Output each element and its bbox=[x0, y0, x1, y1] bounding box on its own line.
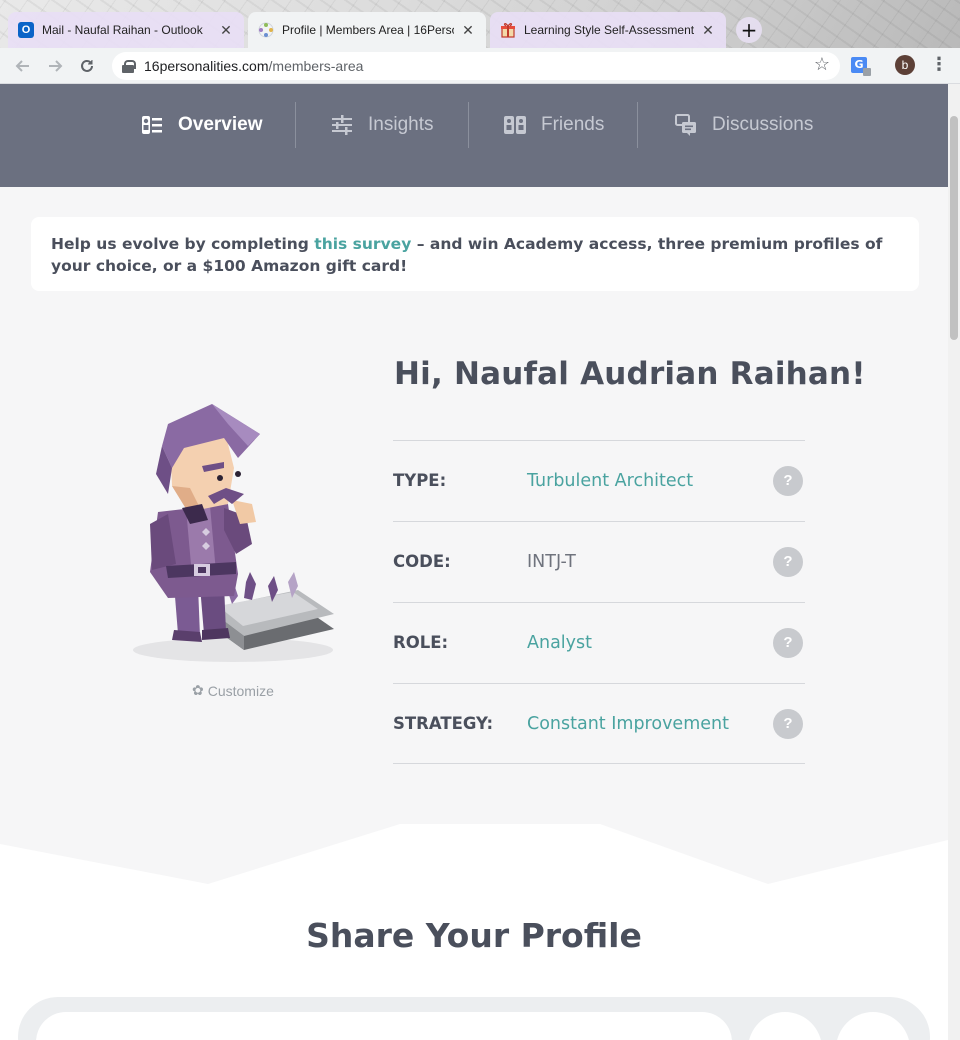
translate-extension-icon[interactable]: G bbox=[851, 57, 871, 76]
help-icon[interactable]: ? bbox=[773, 547, 803, 577]
tab-discussions[interactable]: Discussions bbox=[674, 104, 813, 146]
browser-tab-outlook[interactable]: O Mail - Naufal Raihan - Outlook ✕ bbox=[8, 12, 244, 48]
tab-overview-label: Overview bbox=[178, 114, 263, 135]
close-icon[interactable]: ✕ bbox=[700, 22, 716, 39]
lock-icon bbox=[122, 60, 136, 73]
gear-icon: ✿ bbox=[192, 682, 204, 698]
help-icon[interactable]: ? bbox=[773, 709, 803, 739]
tab-insights[interactable]: Insights bbox=[330, 104, 433, 146]
bookmark-star-icon[interactable]: ☆ bbox=[814, 54, 830, 75]
members-subnav: Overview Insights Friends Discussions bbox=[0, 84, 948, 187]
overview-icon bbox=[142, 116, 162, 134]
help-icon[interactable]: ? bbox=[773, 466, 803, 496]
back-arrow-icon[interactable] bbox=[12, 55, 34, 77]
customize-link[interactable]: ✿ Customize bbox=[192, 682, 274, 699]
tab-friends-label: Friends bbox=[541, 114, 605, 135]
forward-arrow-icon[interactable] bbox=[44, 55, 66, 77]
close-icon[interactable]: ✕ bbox=[218, 22, 234, 39]
trait-value: INTJ-T bbox=[527, 552, 576, 572]
survey-text-prefix: Help us evolve by completing bbox=[51, 235, 315, 253]
tab-overview[interactable]: Overview bbox=[140, 104, 263, 146]
url-path: /members-area bbox=[268, 58, 364, 74]
profile-avatar[interactable]: b bbox=[895, 55, 915, 75]
url-host: 16personalities.com bbox=[144, 58, 269, 74]
tab-label: Learning Style Self-Assessment bbox=[524, 23, 694, 37]
profile-traits-list: TYPE: Turbulent Architect ? CODE: INTJ-T… bbox=[393, 440, 805, 764]
trait-key: ROLE: bbox=[393, 633, 449, 652]
browser-menu-icon[interactable]: ⋮ bbox=[930, 54, 948, 76]
character-avatar-illustration bbox=[128, 404, 352, 666]
tab-discussions-label: Discussions bbox=[712, 114, 814, 135]
discussions-icon bbox=[675, 114, 696, 136]
page-scrollbar[interactable] bbox=[948, 84, 960, 1040]
new-tab-button[interactable]: + bbox=[736, 17, 762, 43]
subnav-divider bbox=[637, 102, 638, 148]
subnav-divider bbox=[468, 102, 469, 148]
tab-friends[interactable]: Friends bbox=[503, 104, 604, 146]
trait-key: TYPE: bbox=[393, 471, 447, 490]
tab-label: Mail - Naufal Raihan - Outlook bbox=[42, 23, 203, 37]
profile-greeting: Hi, Naufal Audrian Raihan! bbox=[394, 356, 866, 392]
scrollbar-thumb[interactable] bbox=[950, 116, 958, 340]
browser-tabstrip: O Mail - Naufal Raihan - Outlook ✕ Profi… bbox=[0, 0, 960, 50]
outlook-icon: O bbox=[18, 22, 34, 38]
browser-tab-learning-style[interactable]: Learning Style Self-Assessment ✕ bbox=[490, 12, 726, 48]
survey-banner: Help us evolve by completing this survey… bbox=[31, 217, 919, 291]
tab-insights-label: Insights bbox=[368, 114, 434, 135]
trait-key: STRATEGY: bbox=[393, 714, 494, 733]
trait-key: CODE: bbox=[393, 552, 451, 571]
browser-toolbar: 16personalities.com/members-area ☆ G b ⋮ bbox=[0, 48, 960, 84]
trait-value-link[interactable]: Analyst bbox=[527, 633, 592, 653]
16p-icon bbox=[258, 22, 274, 38]
help-icon[interactable]: ? bbox=[773, 628, 803, 658]
reload-icon[interactable] bbox=[76, 55, 98, 77]
trait-row-code: CODE: INTJ-T ? bbox=[393, 521, 805, 602]
gift-icon bbox=[500, 22, 516, 38]
share-profile-heading: Share Your Profile bbox=[306, 916, 642, 955]
browser-tab-16personalities[interactable]: Profile | Members Area | 16Personalities… bbox=[248, 12, 486, 48]
trait-row-strategy: STRATEGY: Constant Improvement ? bbox=[393, 683, 805, 764]
subnav-divider bbox=[295, 102, 296, 148]
trait-row-role: ROLE: Analyst ? bbox=[393, 602, 805, 683]
tab-label: Profile | Members Area | 16Personalities bbox=[282, 23, 454, 37]
survey-link[interactable]: this survey bbox=[314, 235, 411, 253]
friends-icon bbox=[504, 116, 526, 134]
address-bar[interactable]: 16personalities.com/members-area ☆ bbox=[112, 52, 840, 80]
share-link-field[interactable] bbox=[36, 1012, 732, 1040]
trait-row-type: TYPE: Turbulent Architect ? bbox=[393, 440, 805, 521]
trait-value-link[interactable]: Turbulent Architect bbox=[527, 471, 693, 491]
close-icon[interactable]: ✕ bbox=[460, 22, 476, 39]
insights-icon bbox=[332, 115, 352, 135]
customize-label: Customize bbox=[207, 682, 274, 699]
page-viewport: Overview Insights Friends Discussions He… bbox=[0, 84, 948, 1040]
trait-value-link[interactable]: Constant Improvement bbox=[527, 714, 729, 734]
